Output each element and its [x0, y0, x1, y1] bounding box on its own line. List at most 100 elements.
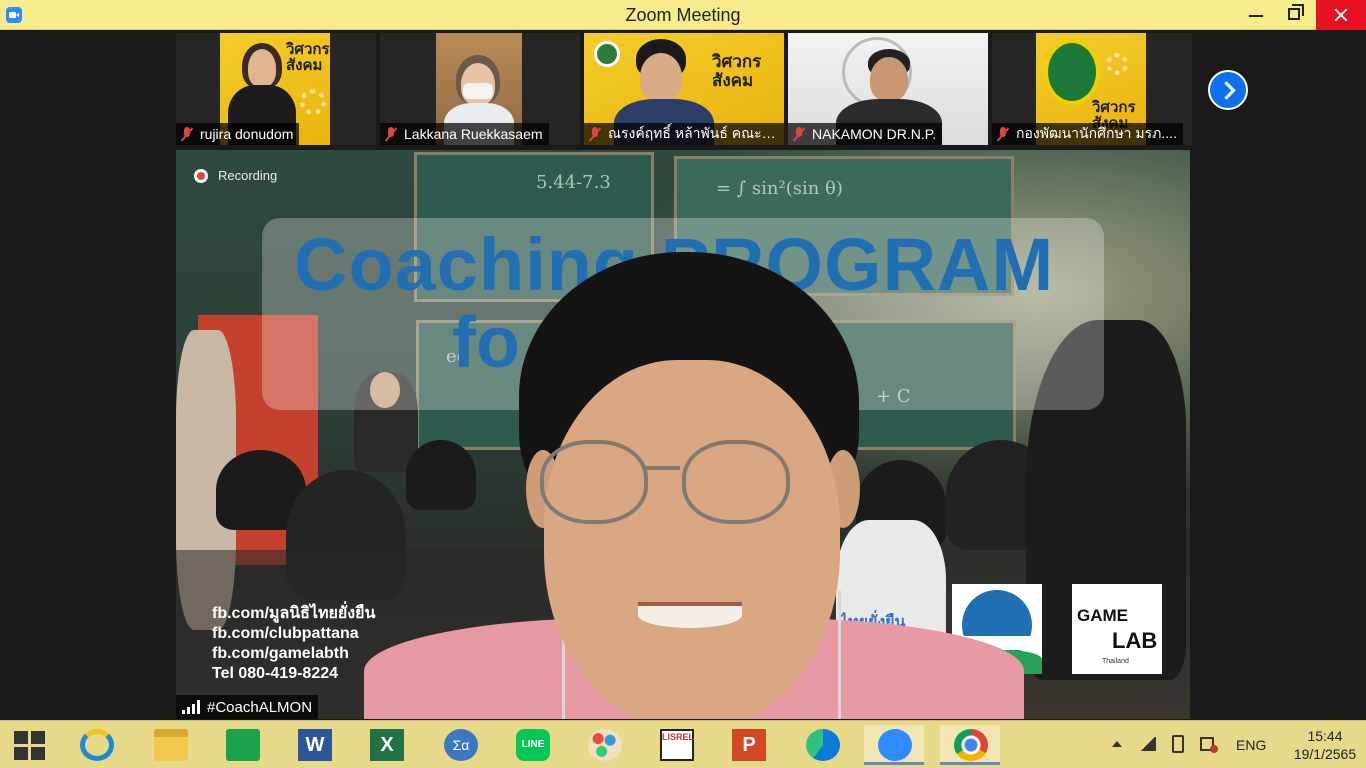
- record-icon: [194, 168, 208, 183]
- windows-logo-pane: [31, 731, 45, 744]
- participant-face: [640, 53, 682, 101]
- math-input-icon: Σα: [444, 729, 478, 761]
- taskbar-chrome[interactable]: [940, 725, 1000, 765]
- show-hidden-icons-icon[interactable]: [1112, 741, 1122, 747]
- taskbar-edge[interactable]: [792, 725, 852, 765]
- participant-namebar: NAKAMON DR.N.P.: [788, 123, 943, 145]
- chalk-text: 5.44-7.3: [536, 172, 611, 193]
- title-bar: Zoom Meeting: [0, 0, 1366, 30]
- university-logo-icon: [594, 41, 620, 67]
- signal-bar: [192, 704, 195, 714]
- participant-name: ณรงค์ฤทธิ์ หล้าพันธ์ คณะว...: [608, 125, 778, 141]
- chalk-text: = ∫ sin²(sin θ): [716, 178, 843, 199]
- taskbar-paint[interactable]: [574, 725, 634, 765]
- speaker-mouth: [638, 602, 742, 628]
- glasses-icon: [540, 440, 648, 524]
- windows-taskbar: W X Σα LINE LISREL P ENG 15:44 19/1/2565: [0, 720, 1366, 768]
- participant-face: [248, 49, 276, 87]
- restore-button[interactable]: [1274, 0, 1318, 30]
- active-speaker-video: 5.44-7.3 = ∫ sin²(sin θ) eq + C Coaching…: [176, 150, 1190, 719]
- participant-tile[interactable]: Lakkana Ruekkasaem: [380, 33, 580, 145]
- line-icon: LINE: [516, 729, 550, 761]
- foundation-logo-icon: [952, 584, 1042, 674]
- muted-mic-icon: [384, 126, 398, 142]
- excel-icon: X: [370, 729, 404, 761]
- windows-logo-pane: [14, 747, 28, 760]
- internet-explorer-icon: [80, 729, 114, 761]
- taskbar-file-explorer[interactable]: [140, 725, 200, 765]
- input-language[interactable]: ENG: [1236, 737, 1266, 753]
- battery-icon[interactable]: [1172, 735, 1184, 753]
- taskbar-store[interactable]: [212, 725, 272, 765]
- speaker-name: #CoachALMON: [207, 698, 313, 716]
- zoom-icon: [878, 729, 912, 761]
- taskbar-line[interactable]: LINE: [502, 725, 562, 765]
- participant-namebar: ณรงค์ฤทธิ์ หล้าพันธ์ คณะว...: [584, 123, 784, 145]
- gear-icon: [300, 89, 326, 115]
- gamelab-logo-line1: GAME: [1077, 606, 1128, 625]
- lisrel-icon: LISREL: [660, 729, 694, 761]
- face-mask: [463, 83, 493, 99]
- university-emblem-icon: [1044, 39, 1100, 105]
- clock-time: 15:44: [1307, 728, 1343, 744]
- muted-mic-icon: [996, 126, 1010, 142]
- signal-bar: [197, 700, 200, 714]
- paint-palette-icon: [588, 729, 622, 761]
- contact-line: Tel 080-419-8224: [212, 665, 339, 682]
- close-button[interactable]: [1316, 0, 1366, 30]
- logo-ground-part: [952, 650, 1042, 674]
- muted-mic-icon: [588, 126, 602, 142]
- logo-wave-part: [952, 636, 1042, 650]
- contact-info: fb.com/มูลนิธิไทยยั่งยืน fb.com/clubpatt…: [212, 604, 375, 684]
- taskbar-zoom[interactable]: [864, 725, 924, 765]
- windows-logo-pane: [31, 747, 45, 760]
- participant-face: [870, 57, 908, 101]
- taskbar-lisrel[interactable]: LISREL: [646, 725, 706, 765]
- gamelab-logo: GAME LAB Thailand: [1072, 584, 1162, 674]
- poster-title: วิศวกร สังคม: [286, 40, 330, 74]
- participant-tile[interactable]: วิศวกร สังคม ณรงค์ฤทธิ์ หล้าพันธ์ คณะว..…: [584, 33, 784, 145]
- gear-icon: [1106, 53, 1128, 75]
- participant-gallery: วิศวกร สังคม rujira donudom Lakkana Ruek…: [0, 30, 1366, 148]
- taskbar-math-input[interactable]: Σα: [430, 725, 490, 765]
- participant-tile[interactable]: วิศวกร สังคม rujira donudom: [176, 33, 376, 145]
- zoom-meeting-window: Zoom Meeting วิศวกร สังคม rujira donudom: [0, 0, 1366, 768]
- network-signal-icon[interactable]: [1140, 737, 1156, 751]
- contact-line: fb.com/มูลนิธิไทยยั่งยืน: [212, 605, 376, 622]
- powerpoint-icon: P: [732, 729, 766, 761]
- store-bag-icon: [226, 729, 260, 761]
- signal-bar: [187, 707, 190, 714]
- muted-mic-icon: [180, 126, 194, 142]
- windows-logo-icon: [14, 731, 46, 761]
- participant-name: กองพัฒนานักศึกษา มรภ....: [1016, 125, 1177, 141]
- participant-name: NAKAMON DR.N.P.: [812, 126, 937, 142]
- clock[interactable]: 15:44 19/1/2565: [1290, 727, 1360, 763]
- participant-name: rujira donudom: [200, 126, 294, 142]
- start-button[interactable]: [0, 725, 60, 765]
- student-head: [406, 440, 476, 510]
- participant-tile[interactable]: วิศวกร สังคม กองพัฒนานักศึกษา มรภ....: [992, 33, 1192, 145]
- participant-namebar: Lakkana Ruekkasaem: [380, 123, 549, 145]
- window-title: Zoom Meeting: [625, 5, 741, 25]
- earphone-cable: [562, 590, 565, 719]
- gamelab-logo-line2: LAB: [1112, 628, 1158, 653]
- word-icon: W: [298, 729, 332, 761]
- windows-logo-pane: [14, 731, 28, 744]
- recording-indicator[interactable]: Recording: [194, 168, 277, 183]
- participant-name: Lakkana Ruekkasaem: [404, 126, 543, 142]
- participant-tile[interactable]: NAKAMON DR.N.P.: [788, 33, 988, 145]
- next-page-arrow-icon[interactable]: [1208, 70, 1248, 110]
- taskbar-word[interactable]: W: [284, 725, 344, 765]
- folder-icon: [154, 729, 188, 761]
- participant-namebar: rujira donudom: [176, 123, 300, 145]
- speaker-ear: [826, 450, 860, 528]
- minimize-button[interactable]: [1234, 0, 1278, 30]
- signal-bar: [182, 710, 185, 714]
- taskbar-internet-explorer[interactable]: [66, 725, 126, 765]
- edge-icon: [806, 729, 840, 761]
- clock-date: 19/1/2565: [1293, 746, 1357, 762]
- taskbar-powerpoint[interactable]: P: [718, 725, 778, 765]
- taskbar-excel[interactable]: X: [356, 725, 416, 765]
- glasses-bridge: [646, 466, 680, 470]
- error-badge-icon: [1210, 745, 1218, 753]
